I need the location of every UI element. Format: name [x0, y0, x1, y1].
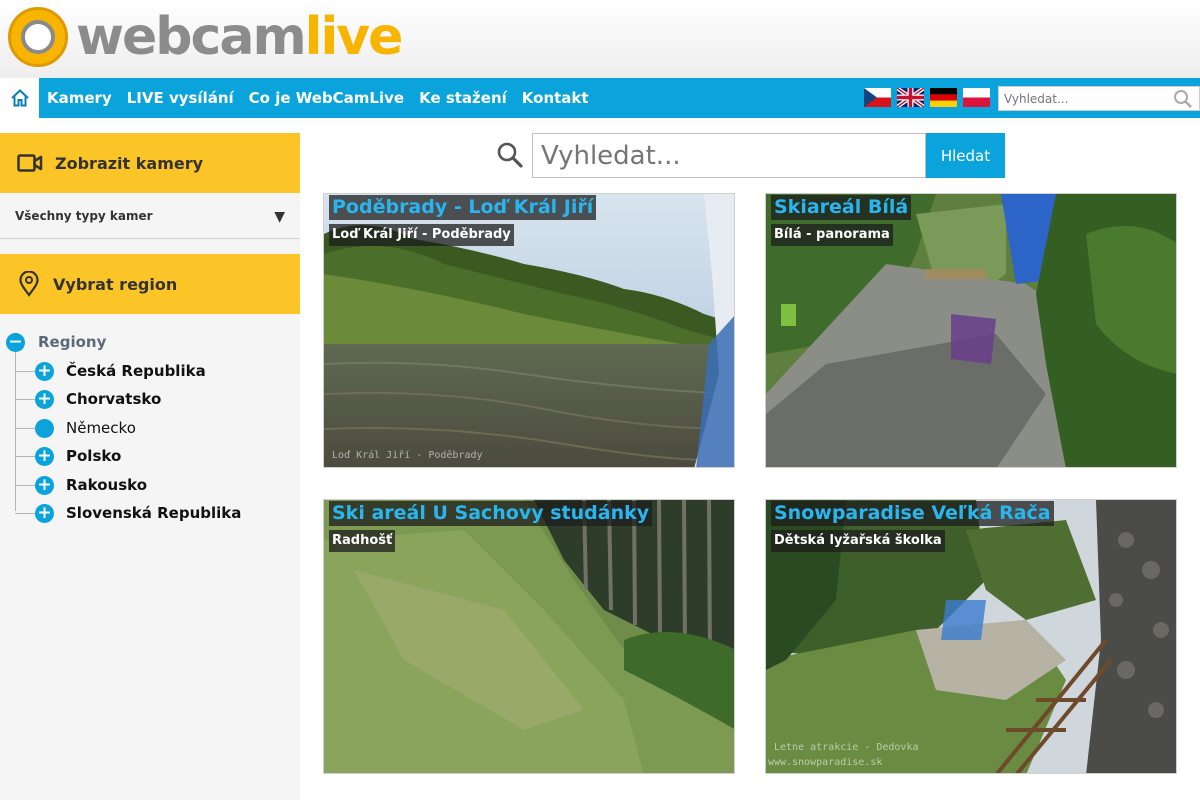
- camera-subtitle: Dětská lyžařská školka: [771, 530, 945, 552]
- language-flags: [864, 88, 996, 107]
- nav-live-broadcast[interactable]: LIVE vysílání: [127, 89, 234, 107]
- location-pin-icon: [19, 271, 39, 297]
- camera-title: Snowparadise Veľká Rača: [771, 501, 1054, 526]
- camera-type-select[interactable]: Všechny typy kamer ▼: [0, 193, 300, 239]
- tree-item-label: Polsko: [66, 447, 122, 465]
- tree-item-czech-republic[interactable]: + Česká Republika: [15, 357, 206, 385]
- region-header[interactable]: Vybrat region: [0, 254, 300, 314]
- webcam-logo-icon: [8, 7, 68, 67]
- tree-item-austria[interactable]: + Rakousko: [15, 471, 147, 499]
- camera-title: Skiareál Bílá: [771, 195, 912, 220]
- camera-card-podebrady[interactable]: Poděbrady - Loď Král Jiří Loď Král Jiří …: [323, 193, 735, 468]
- tree-root-label: Regiony: [38, 333, 107, 351]
- tree-item-label: Slovenská Republika: [66, 504, 242, 522]
- tree-item-label: Rakousko: [66, 476, 148, 494]
- search-icon: [497, 142, 523, 168]
- expand-icon[interactable]: +: [35, 361, 54, 381]
- nav-cameras[interactable]: Kamery: [47, 89, 112, 107]
- camera-subtitle: Loď Král Jiří - Poděbrady: [329, 224, 514, 246]
- main-search-input[interactable]: [533, 134, 925, 177]
- camera-title: Ski areál U Sachovy studánky: [329, 501, 653, 526]
- tree-item-label: Česká Republika: [66, 362, 206, 380]
- nav-about[interactable]: Co je WebCamLive: [249, 89, 404, 107]
- camera-type-value: Všechny typy kamer: [15, 208, 153, 223]
- chevron-down-icon: ▼: [274, 209, 285, 225]
- expand-icon[interactable]: +: [35, 389, 54, 409]
- camera-card-snowparadise[interactable]: Snowparadise Veľká Rača Dětská lyžařská …: [765, 499, 1177, 774]
- leaf-dot-icon: [35, 418, 54, 438]
- main-search-box: [532, 133, 926, 178]
- home-button[interactable]: [0, 78, 39, 118]
- tree-item-poland[interactable]: + Polsko: [15, 442, 121, 470]
- nav-downloads[interactable]: Ke stažení: [419, 89, 507, 107]
- collapse-icon[interactable]: −: [6, 332, 25, 352]
- camera-title: Poděbrady - Loď Král Jiří: [329, 195, 597, 220]
- tree-item-germany[interactable]: Německo: [15, 414, 136, 442]
- tree-item-label: Chorvatsko: [66, 390, 162, 408]
- tree-item-croatia[interactable]: + Chorvatsko: [15, 385, 161, 413]
- tree-item-label: Německo: [66, 419, 136, 437]
- czech-flag-icon[interactable]: [864, 88, 891, 107]
- search-button[interactable]: Hledat: [926, 133, 1005, 178]
- site-header: webcamlive: [0, 0, 1200, 78]
- nav-items: Kamery LIVE vysílání Co je WebCamLive Ke…: [47, 78, 604, 118]
- cameras-header[interactable]: Zobrazit kamery: [0, 133, 300, 193]
- camera-subtitle: Bílá - panorama: [771, 224, 893, 246]
- logo-text: webcamlive: [76, 7, 403, 67]
- camera-card-sachova-studanka[interactable]: Ski areál U Sachovy studánky Radhošť: [323, 499, 735, 774]
- header-search: [998, 86, 1200, 111]
- search-icon[interactable]: [1173, 89, 1193, 109]
- home-icon: [10, 89, 29, 107]
- header-search-input[interactable]: [999, 87, 1169, 110]
- cameras-header-label: Zobrazit kamery: [55, 153, 204, 173]
- expand-icon[interactable]: +: [35, 475, 54, 495]
- camera-subtitle: Radhošť: [329, 530, 396, 552]
- expand-icon[interactable]: +: [35, 503, 54, 523]
- expand-icon[interactable]: +: [35, 446, 54, 466]
- nav-contact[interactable]: Kontakt: [522, 89, 589, 107]
- video-camera-icon: [17, 154, 43, 172]
- german-flag-icon[interactable]: [930, 88, 957, 107]
- tree-root[interactable]: − Regiony: [6, 329, 106, 355]
- sidebar: Zobrazit kamery Všechny typy kamer ▼ Vyb…: [0, 133, 300, 800]
- uk-flag-icon[interactable]: [897, 88, 924, 107]
- polish-flag-icon[interactable]: [963, 88, 990, 107]
- camera-card-skiareal-bila[interactable]: Skiareál Bílá Bílá - panorama: [765, 193, 1177, 468]
- tree-item-slovakia[interactable]: + Slovenská Republika: [15, 499, 241, 527]
- camera-watermark: Letne atrakcie - Dedovka: [774, 742, 919, 753]
- camera-watermark: Loď Král Jiří - Poděbrady: [332, 450, 483, 461]
- region-header-label: Vybrat region: [53, 274, 178, 294]
- camera-watermark-url: www.snowparadise.sk: [768, 757, 883, 768]
- logo[interactable]: webcamlive: [8, 5, 403, 69]
